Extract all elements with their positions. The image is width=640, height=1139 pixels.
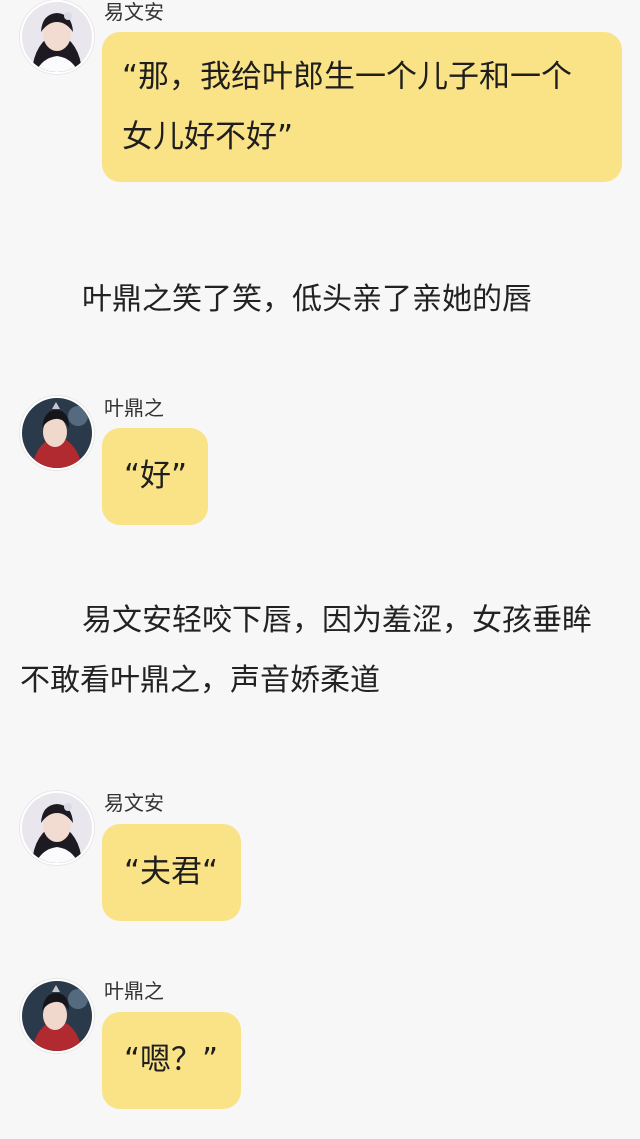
speaker-name: 叶鼎之	[104, 979, 164, 1003]
narration-text: 易文安轻咬下唇，因为羞涩，女孩垂眸不敢看叶鼎之，声音娇柔道	[20, 603, 592, 698]
message-bubble: “嗯？”	[102, 1012, 241, 1109]
message-bubble: “夫君“	[102, 824, 241, 921]
avatar-female-icon[interactable]	[20, 0, 94, 74]
narration-text: 叶鼎之笑了笑，低头亲了亲她的唇	[82, 282, 532, 317]
avatar-male-icon[interactable]	[20, 979, 94, 1053]
message-bubble: “好”	[102, 428, 208, 525]
avatar-male-icon[interactable]	[20, 396, 94, 470]
speaker-name: 易文安	[104, 791, 164, 815]
speaker-name: 易文安	[104, 0, 164, 24]
speaker-name: 叶鼎之	[104, 396, 164, 420]
avatar-female-icon[interactable]	[20, 791, 94, 865]
message-bubble: “那，我给叶郎生一个儿子和一个女儿好不好”	[102, 32, 622, 182]
